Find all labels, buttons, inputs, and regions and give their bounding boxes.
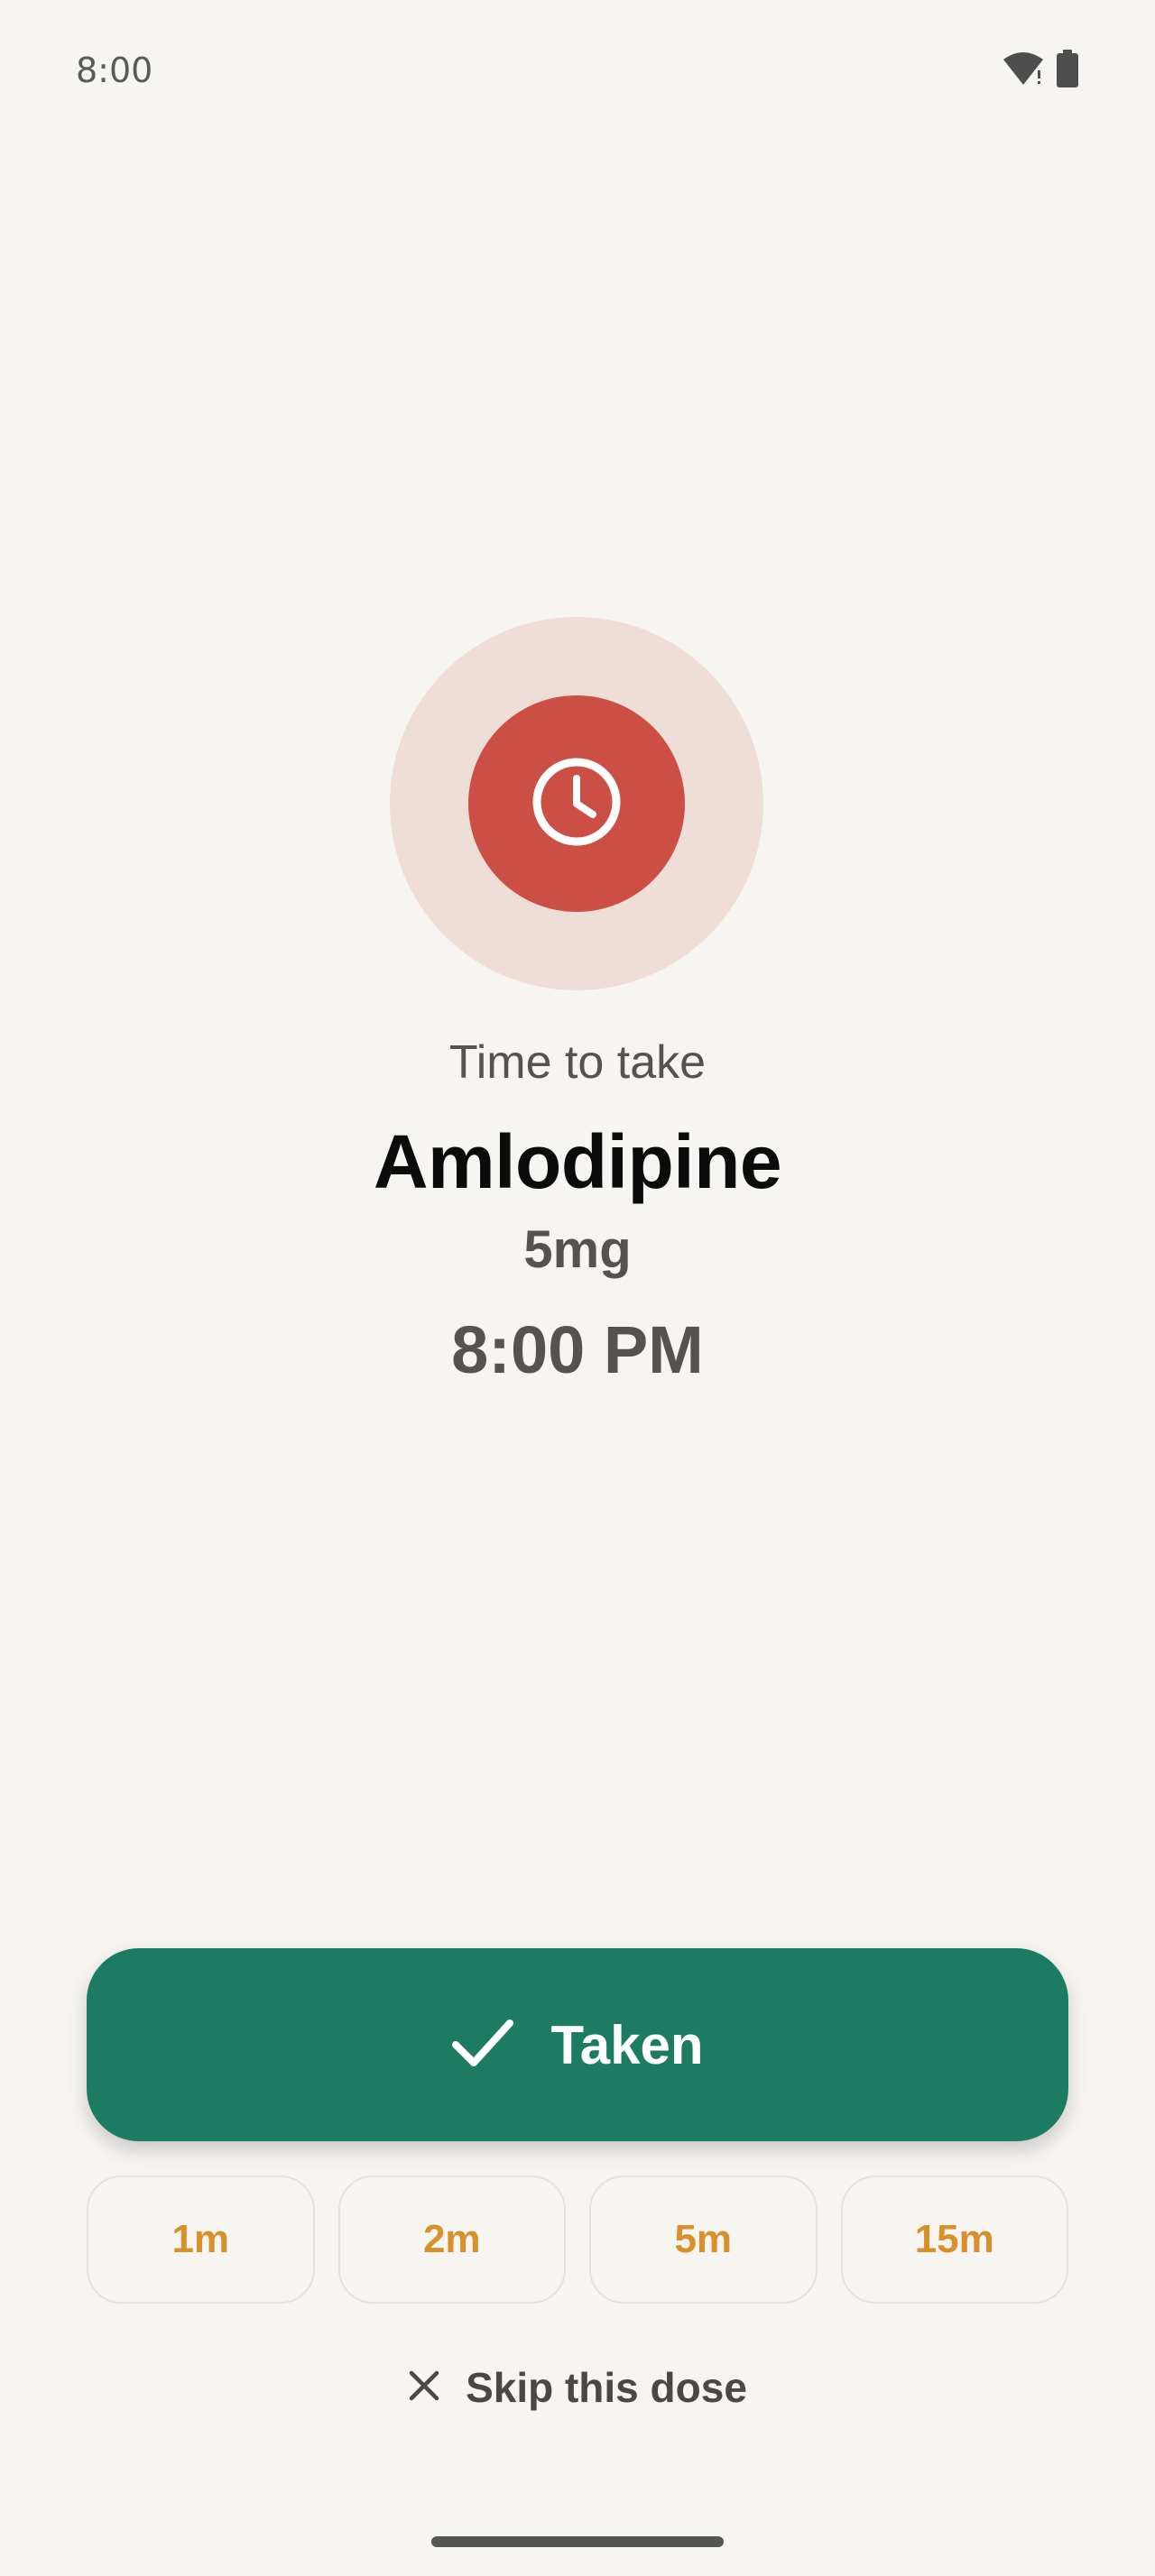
battery-icon	[1056, 49, 1079, 92]
dose-time: 8:00 PM	[451, 1312, 704, 1387]
check-icon	[451, 2018, 513, 2073]
snooze-15m-button[interactable]: 15m	[840, 2176, 1068, 2304]
skip-dose-button[interactable]: Skip this dose	[0, 2354, 1155, 2421]
taken-button[interactable]: Taken	[87, 1948, 1068, 2141]
status-icons	[1002, 49, 1079, 92]
medication-name: Amlodipine	[373, 1119, 782, 1204]
skip-dose-label: Skip this dose	[466, 2364, 747, 2411]
medication-dose: 5mg	[523, 1220, 632, 1279]
status-bar: 8:00	[76, 43, 1079, 97]
taken-label: Taken	[550, 2014, 704, 2075]
alarm-halo	[390, 617, 763, 990]
reminder-subtitle: Time to take	[448, 1036, 707, 1089]
snooze-options: 1m 2m 5m 15m	[87, 2176, 1068, 2304]
status-time: 8:00	[76, 51, 153, 90]
alarm-badge	[468, 695, 685, 912]
snooze-1m-button[interactable]: 1m	[87, 2176, 315, 2304]
gesture-navigation-bar[interactable]	[431, 2536, 724, 2547]
snooze-2m-button[interactable]: 2m	[337, 2176, 566, 2304]
snooze-5m-button[interactable]: 5m	[589, 2176, 818, 2304]
close-icon	[408, 2369, 440, 2406]
clock-icon	[530, 755, 624, 853]
wifi-alert-icon	[1002, 51, 1045, 91]
medication-reminder-screen: 8:00 Time to take Amlodipine 5mg 8:00 PM…	[0, 0, 1155, 2576]
